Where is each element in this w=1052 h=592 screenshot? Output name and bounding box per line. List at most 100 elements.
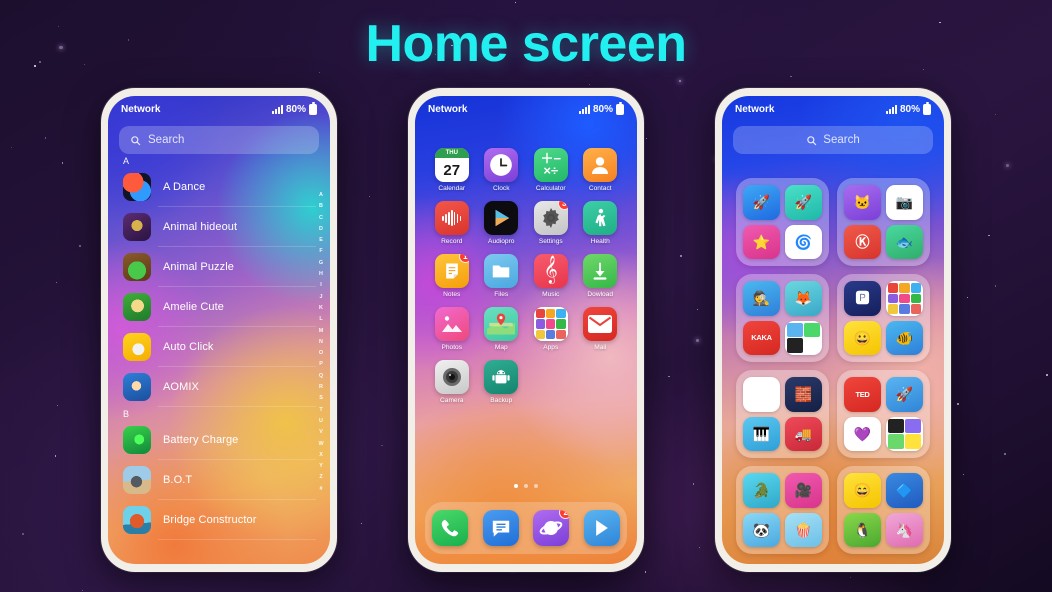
folder[interactable]: Ⓜ 🧱 🎹 🚚 — [736, 370, 829, 458]
alphabet-index[interactable]: A B C D E F G H I J K L M N O P Q R S T U V W X Y Z # — [316, 192, 326, 492]
alphabet-index-letter[interactable]: V — [319, 429, 323, 435]
alphabet-index-letter[interactable]: F — [319, 248, 322, 254]
folder[interactable]: 😄 🔷 🐧 🦄 — [837, 466, 930, 554]
songs-fish-icon[interactable]: 🐠 — [886, 320, 923, 355]
dock-browser-icon[interactable]: 2 — [533, 510, 570, 546]
alphabet-index-letter[interactable]: K — [319, 305, 323, 311]
page-dot[interactable] — [534, 484, 538, 488]
alphabet-index-letter[interactable]: Z — [319, 474, 322, 480]
rocket-white-icon[interactable]: 🚀 — [886, 377, 923, 412]
alphabet-index-letter[interactable]: T — [319, 407, 322, 413]
mini-apps-2-icon[interactable] — [886, 416, 923, 451]
app-icon-files[interactable]: Files — [477, 254, 527, 298]
app-icon-map[interactable]: Map — [477, 307, 527, 351]
kinemaster-icon[interactable]: Ⓚ — [844, 224, 881, 259]
emoji-yellow-icon[interactable]: 😄 — [844, 473, 881, 508]
app-icon-camera[interactable]: Camera — [427, 360, 477, 404]
alphabet-index-letter[interactable]: O — [319, 350, 323, 356]
folder-grid[interactable]: 🚀 🚀 ⭐ 🌀 🐱 📷 Ⓚ 🐟 🕵 🦊 KAKA 🅿 😀 🐠 Ⓜ 🧱 🎹 🚚 TED 🚀 💜 🐊 🎥 🐼 🍿 😄 🔷 🐧 🦄 — [722, 178, 944, 558]
folder[interactable]: 🅿 😀 🐠 — [837, 274, 930, 362]
dock-play-store-icon[interactable] — [583, 510, 620, 546]
dock-messages-icon[interactable] — [482, 510, 519, 546]
search-input[interactable]: Search — [119, 126, 319, 154]
app-icon-notes[interactable]: 1 Notes — [427, 254, 477, 298]
alphabet-index-letter[interactable]: E — [319, 237, 323, 243]
list-item[interactable]: Animal hideout — [108, 207, 330, 247]
fox-brush-icon[interactable]: 🦊 — [785, 281, 822, 316]
alphabet-index-letter[interactable]: C — [319, 215, 323, 221]
folder[interactable]: 🐱 📷 Ⓚ 🐟 — [837, 178, 930, 266]
crocodile-icon[interactable]: 🐊 — [743, 473, 780, 508]
app-icon-calculator[interactable]: ＋− ×÷ Calculator — [526, 148, 576, 192]
app-icon-contact[interactable]: Contact — [576, 148, 626, 192]
folder[interactable]: 🕵 🦊 KAKA — [736, 274, 829, 362]
spiral-blue-icon[interactable]: 🌀 — [785, 224, 822, 259]
list-item[interactable]: AOMIX — [108, 367, 330, 407]
star-pink-icon[interactable]: ⭐ — [743, 224, 780, 259]
m-rainbow-icon[interactable]: Ⓜ — [743, 377, 780, 412]
app-icon-health[interactable]: Health — [576, 201, 626, 245]
tetris-icon[interactable]: 🧱 — [785, 377, 822, 412]
app-icon-audiopro[interactable]: Audiopro — [477, 201, 527, 245]
unicorn-pink-icon[interactable]: 🦄 — [886, 512, 923, 547]
list-item[interactable]: Battery Charge — [108, 420, 330, 460]
alphabet-index-letter[interactable]: S — [319, 395, 323, 401]
penguin-icon[interactable]: 🐧 — [844, 512, 881, 547]
app-icon-calendar[interactable]: THU 27 Calendar — [427, 148, 477, 192]
list-item[interactable]: Amelie Cute — [108, 287, 330, 327]
alphabet-index-letter[interactable]: L — [319, 316, 322, 322]
ted-icon[interactable]: TED — [844, 377, 881, 412]
app-list[interactable]: A A Dance Animal hideout Animal Puzzle Ameli… — [108, 154, 330, 564]
kaka-icon[interactable]: KAKA — [743, 320, 780, 355]
grid-colors-icon[interactable] — [886, 281, 923, 316]
dock[interactable]: 2 — [425, 502, 627, 554]
app-icon-photos[interactable]: Photos — [427, 307, 477, 351]
alphabet-index-letter[interactable]: A — [319, 192, 323, 198]
heart-purple-icon[interactable]: 💜 — [844, 416, 881, 451]
alphabet-index-letter[interactable]: P — [319, 361, 323, 367]
alphabet-index-letter[interactable]: Y — [319, 463, 323, 469]
alphabet-index-letter[interactable]: N — [319, 339, 323, 345]
app-icon-music[interactable]: 𝄞 Music — [526, 254, 576, 298]
page-indicator[interactable] — [415, 484, 637, 488]
list-item[interactable]: Animal Puzzle — [108, 247, 330, 287]
alphabet-index-letter[interactable]: # — [320, 486, 323, 492]
app-icon-backup[interactable]: Backup — [477, 360, 527, 404]
alphabet-index-letter[interactable]: R — [319, 384, 323, 390]
alphabet-index-letter[interactable]: J — [320, 294, 323, 300]
alphabet-index-letter[interactable]: X — [319, 452, 323, 458]
folder[interactable]: 🐊 🎥 🐼 🍿 — [736, 466, 829, 554]
app-icon-record[interactable]: Record — [427, 201, 477, 245]
blue-shape-icon[interactable]: 🔷 — [886, 473, 923, 508]
page-dot[interactable] — [514, 484, 518, 488]
monster-truck-icon[interactable]: 🚚 — [785, 416, 822, 451]
alphabet-index-letter[interactable]: W — [318, 441, 323, 447]
alphabet-index-letter[interactable]: M — [319, 328, 324, 334]
folder[interactable]: TED 🚀 💜 — [837, 370, 930, 458]
piano-kids-icon[interactable]: 🎹 — [743, 416, 780, 451]
p-navy-icon[interactable]: 🅿 — [844, 281, 881, 316]
list-item[interactable]: Bridge Constructor — [108, 500, 330, 540]
app-grid[interactable]: THU 27 Calendar Clock ＋− ×÷ Calculator Contact R… — [415, 148, 637, 404]
alphabet-index-letter[interactable]: Q — [319, 373, 323, 379]
folder[interactable]: 🚀 🚀 ⭐ 🌀 — [736, 178, 829, 266]
popcorn-icon[interactable]: 🍿 — [785, 512, 822, 547]
app-icon-dowload[interactable]: Dowload — [576, 254, 626, 298]
alphabet-index-letter[interactable]: H — [319, 271, 323, 277]
fish-green-icon[interactable]: 🐟 — [886, 224, 923, 259]
panda-blue-icon[interactable]: 🐼 — [743, 512, 780, 547]
list-item[interactable]: B.O.T — [108, 460, 330, 500]
app-icon-settings[interactable]: 3 Settings — [526, 201, 576, 245]
rocket-teal-icon[interactable]: 🚀 — [785, 185, 822, 220]
smiley-yellow-icon[interactable]: 😀 — [844, 320, 881, 355]
app-icon-apps[interactable]: Apps — [526, 307, 576, 351]
page-dot[interactable] — [524, 484, 528, 488]
alphabet-index-letter[interactable]: I — [320, 282, 322, 288]
rocket-blue-icon[interactable]: 🚀 — [743, 185, 780, 220]
mini-apps-icon[interactable] — [785, 320, 822, 355]
detective-icon[interactable]: 🕵 — [743, 281, 780, 316]
camera-color-icon[interactable]: 📷 — [886, 185, 923, 220]
list-item[interactable]: A Dance — [108, 167, 330, 207]
alphabet-index-letter[interactable]: B — [319, 203, 323, 209]
app-icon-clock[interactable]: Clock — [477, 148, 527, 192]
